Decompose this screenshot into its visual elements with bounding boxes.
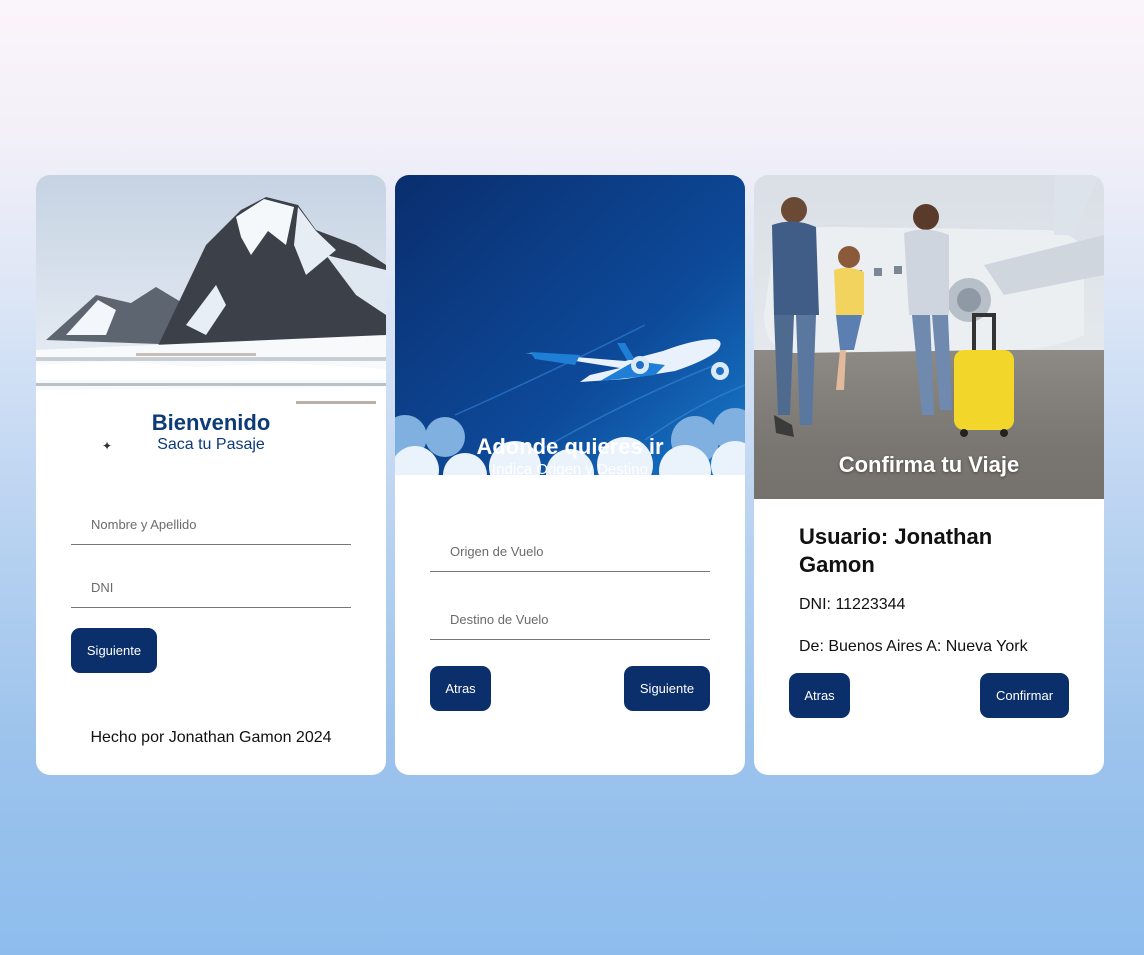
name-input[interactable] [71,504,351,544]
footer-credit: Hecho por Jonathan Gamon 2024 [90,729,332,746]
dni-input[interactable] [71,567,351,607]
bird-icon: ✦ [102,439,113,453]
origin-field [430,531,710,572]
route-subtitle: Indica Origen y Destino [492,461,648,478]
name-field [71,504,351,545]
mountain-image [36,175,386,415]
route-title: Adonde quieres ir [476,434,664,459]
confirm-card: Confirma tu Viaje Usuario: Jonathan Gamo… [754,175,1104,775]
route-card: Adonde quieres ir Indica Origen y Destin… [395,175,745,775]
user-name: Usuario: Jonathan Gamon [799,524,993,577]
next-button[interactable]: Siguiente [624,666,710,711]
next-button[interactable]: Siguiente [71,628,157,673]
destination-input[interactable] [430,599,710,639]
welcome-card: Bienvenido Saca tu Pasaje ✦ Siguiente He… [36,175,386,775]
back-button[interactable]: Atras [789,673,850,718]
dni-field [71,567,351,608]
family-airport-image [754,175,1104,499]
back-button[interactable]: Atras [430,666,491,711]
confirm-button[interactable]: Confirmar [980,673,1069,718]
origin-input[interactable] [430,531,710,571]
user-dni: DNI: 11223344 [799,596,906,613]
destination-field [430,599,710,640]
welcome-title: Bienvenido [151,410,271,435]
trip-route: De: Buenos Aires A: Nueva York [799,638,1028,655]
confirm-title: Confirma tu Viaje [838,452,1020,477]
welcome-subtitle: Saca tu Pasaje [157,436,265,453]
